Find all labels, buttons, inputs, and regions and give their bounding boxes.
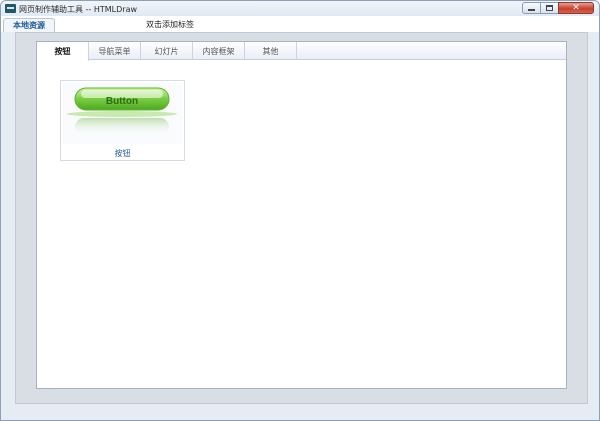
tab-slideshow[interactable]: 幻灯片 (141, 42, 193, 60)
top-tab-strip: 本地资源 双击添加标签 (1, 16, 599, 32)
minimize-button[interactable] (522, 2, 541, 14)
tab-local-resources[interactable]: 本地资源 (3, 18, 55, 32)
maximize-icon (546, 5, 553, 11)
add-tab-hint[interactable]: 双击添加标签 (146, 19, 194, 30)
app-icon (5, 4, 16, 13)
button-preview-graphic: Button (67, 87, 177, 136)
tab-content-frame[interactable]: 内容框架 (193, 42, 245, 60)
tab-buttons[interactable]: 按钮 (37, 42, 89, 61)
resource-panel: 按钮 导航菜单 幻灯片 内容框架 其他 Button 按钮 (36, 41, 567, 389)
tab-nav-menu[interactable]: 导航菜单 (89, 42, 141, 60)
maximize-button[interactable] (540, 2, 559, 14)
button-preview-thumbnail: Button (63, 83, 182, 144)
minimize-icon (528, 9, 535, 11)
window-title: 网页制作辅助工具 -- HTMLDraw (19, 5, 138, 14)
window-controls: ✕ (522, 2, 594, 14)
app-window: 网页制作辅助工具 -- HTMLDraw ✕ 本地资源 双击添加标签 按钮 导航… (0, 0, 600, 421)
preview-button-text: Button (106, 96, 138, 107)
tab-other[interactable]: 其他 (245, 42, 297, 60)
close-button[interactable]: ✕ (558, 2, 594, 14)
category-tabs: 按钮 导航菜单 幻灯片 内容框架 其他 (37, 42, 566, 61)
close-icon: ✕ (572, 2, 580, 13)
content-frame: 按钮 导航菜单 幻灯片 内容框架 其他 Button 按钮 (15, 32, 588, 404)
title-bar[interactable]: 网页制作辅助工具 -- HTMLDraw ✕ (1, 1, 599, 16)
resource-item-label: 按钮 (114, 149, 131, 158)
bottom-bar (1, 406, 599, 420)
resource-item-button[interactable]: Button 按钮 (60, 80, 185, 161)
